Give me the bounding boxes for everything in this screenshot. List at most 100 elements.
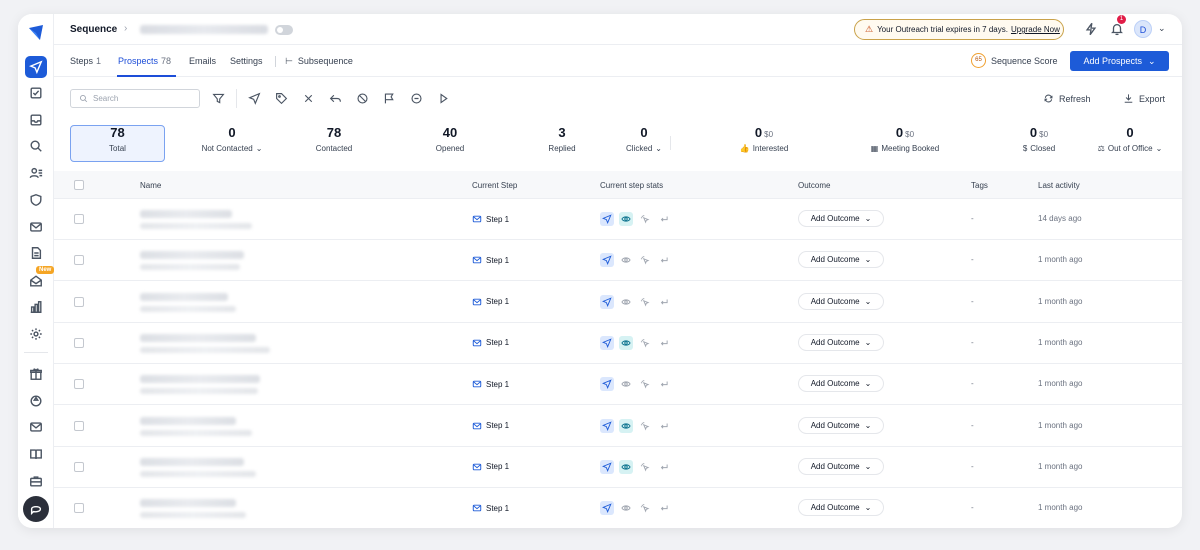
tab-steps[interactable]: Steps 1 bbox=[70, 56, 101, 66]
stat-meeting-booked[interactable]: 0 $0 ▦ Meeting Booked bbox=[840, 125, 970, 153]
stat-out-of-office[interactable]: 0 ⚖ Out of Office ⌄ bbox=[1084, 125, 1176, 153]
current-step[interactable]: Step 1 bbox=[472, 503, 509, 513]
column-tags[interactable]: Tags bbox=[971, 181, 988, 190]
send-button[interactable] bbox=[248, 92, 261, 105]
sidebar-item-contacts[interactable] bbox=[25, 162, 47, 184]
sidebar-item-search[interactable] bbox=[25, 135, 47, 157]
table-row[interactable]: Step 1 Add Outcome ⌄ - 1 month ago bbox=[54, 488, 1182, 528]
pause-button[interactable] bbox=[410, 92, 423, 105]
lightning-button[interactable] bbox=[1084, 22, 1098, 36]
current-step[interactable]: Step 1 bbox=[472, 255, 509, 265]
prospect-name-blurred[interactable] bbox=[140, 457, 244, 466]
add-outcome-dropdown[interactable]: Add Outcome ⌄ bbox=[798, 292, 884, 310]
tab-prospects[interactable]: Prospects 78 bbox=[118, 56, 171, 66]
remove-button[interactable] bbox=[302, 92, 315, 105]
sidebar-item-sequences[interactable] bbox=[25, 56, 47, 78]
table-row[interactable]: Step 1 Add Outcome ⌄ - 14 days ago bbox=[54, 199, 1182, 240]
stat-total[interactable]: 78 Total bbox=[70, 125, 165, 153]
row-checkbox[interactable] bbox=[74, 503, 84, 514]
column-outcome[interactable]: Outcome bbox=[798, 181, 830, 190]
add-outcome-dropdown[interactable]: Add Outcome ⌄ bbox=[798, 333, 884, 351]
refresh-button[interactable]: Refresh bbox=[1043, 93, 1091, 104]
add-outcome-dropdown[interactable]: Add Outcome ⌄ bbox=[798, 375, 884, 393]
current-step[interactable]: Step 1 bbox=[472, 462, 509, 472]
tab-settings[interactable]: Settings bbox=[230, 56, 263, 66]
row-checkbox[interactable] bbox=[74, 214, 84, 224]
block-button[interactable] bbox=[356, 92, 369, 105]
add-prospects-button[interactable]: Add Prospects ⌄ bbox=[1070, 51, 1169, 71]
flag-button[interactable] bbox=[383, 92, 396, 105]
tab-subsequence[interactable]: ⊢ Subsequence bbox=[285, 56, 353, 67]
sequence-active-toggle[interactable] bbox=[275, 25, 293, 35]
sidebar-item-recycle[interactable] bbox=[25, 390, 47, 412]
table-row[interactable]: Step 1 Add Outcome ⌄ - 1 month ago bbox=[54, 364, 1182, 406]
resume-button[interactable] bbox=[437, 92, 450, 105]
table-row[interactable]: Step 1 Add Outcome ⌄ - 1 month ago bbox=[54, 406, 1182, 447]
table-row[interactable]: Step 1 Add Outcome ⌄ - 1 month ago bbox=[54, 447, 1182, 488]
sidebar-item-integrations[interactable] bbox=[25, 470, 47, 492]
chat-support-button[interactable] bbox=[23, 496, 49, 522]
current-step[interactable]: Step 1 bbox=[472, 421, 509, 431]
stat-replied[interactable]: 3 Replied bbox=[518, 125, 606, 153]
prospect-name-blurred[interactable] bbox=[140, 333, 256, 342]
sidebar-item-gifts[interactable] bbox=[25, 363, 47, 385]
tag-button[interactable] bbox=[275, 92, 288, 105]
sidebar-item-inbox[interactable] bbox=[25, 109, 47, 131]
sidebar-item-mail[interactable] bbox=[25, 216, 47, 238]
add-outcome-dropdown[interactable]: Add Outcome ⌄ bbox=[798, 210, 884, 227]
sidebar-item-tasks[interactable] bbox=[25, 82, 47, 104]
outreach-logo[interactable] bbox=[27, 24, 45, 42]
notifications-button[interactable] bbox=[1110, 22, 1124, 36]
sidebar-item-mail-check[interactable] bbox=[25, 416, 47, 438]
prospect-name-blurred[interactable] bbox=[140, 375, 260, 384]
row-checkbox[interactable] bbox=[74, 379, 84, 390]
sidebar-item-reports[interactable] bbox=[25, 296, 47, 318]
add-outcome-dropdown[interactable]: Add Outcome ⌄ bbox=[798, 416, 884, 434]
stat-not-contacted[interactable]: 0 Not Contacted ⌄ bbox=[174, 125, 290, 153]
current-step[interactable]: Step 1 bbox=[472, 297, 509, 307]
upgrade-now-link[interactable]: Upgrade Now bbox=[1011, 25, 1060, 34]
column-name[interactable]: Name bbox=[140, 181, 161, 190]
row-checkbox[interactable] bbox=[74, 255, 84, 266]
sequence-score-label[interactable]: Sequence Score bbox=[991, 56, 1058, 66]
row-checkbox[interactable] bbox=[74, 420, 84, 431]
tab-emails[interactable]: Emails bbox=[189, 56, 216, 66]
sidebar-item-security[interactable] bbox=[25, 189, 47, 211]
add-outcome-dropdown[interactable]: Add Outcome ⌄ bbox=[798, 251, 884, 269]
reply-button[interactable] bbox=[329, 92, 342, 105]
chevron-down-icon[interactable]: ⌄ bbox=[1158, 23, 1166, 34]
prospect-name-blurred[interactable] bbox=[140, 499, 236, 508]
column-current-step[interactable]: Current Step bbox=[472, 181, 517, 190]
current-step[interactable]: Step 1 bbox=[472, 379, 509, 389]
current-step[interactable]: Step 1 bbox=[472, 338, 509, 348]
select-all-checkbox[interactable] bbox=[74, 180, 84, 190]
row-checkbox[interactable] bbox=[74, 296, 84, 307]
avatar[interactable]: D bbox=[1134, 20, 1152, 38]
sidebar-item-settings[interactable] bbox=[25, 323, 47, 345]
stat-opened[interactable]: 40 Opened bbox=[406, 125, 494, 153]
export-button[interactable]: Export bbox=[1123, 93, 1165, 104]
stat-closed[interactable]: 0 $0 $ Closed bbox=[994, 125, 1084, 153]
table-row[interactable]: Step 1 Add Outcome ⌄ - 1 month ago bbox=[54, 240, 1182, 282]
column-step-stats[interactable]: Current step stats bbox=[600, 181, 663, 190]
table-row[interactable]: Step 1 Add Outcome ⌄ - 1 month ago bbox=[54, 323, 1182, 364]
add-outcome-dropdown[interactable]: Add Outcome ⌄ bbox=[798, 457, 884, 475]
column-last-activity[interactable]: Last activity bbox=[1038, 181, 1080, 190]
sidebar-item-templates[interactable] bbox=[25, 242, 47, 264]
prospect-name-blurred[interactable] bbox=[140, 210, 232, 218]
row-checkbox[interactable] bbox=[74, 337, 84, 348]
breadcrumb-sequence[interactable]: Sequence bbox=[70, 24, 117, 35]
current-step[interactable]: Step 1 bbox=[472, 214, 509, 224]
row-checkbox[interactable] bbox=[74, 461, 84, 472]
stat-clicked[interactable]: 0 Clicked ⌄ bbox=[600, 125, 688, 153]
table-row[interactable]: Step 1 Add Outcome ⌄ - 1 month ago bbox=[54, 282, 1182, 323]
search-input[interactable]: Search bbox=[70, 89, 200, 108]
stat-interested[interactable]: 0 $0 👍 Interested bbox=[709, 125, 819, 153]
prospect-name-blurred[interactable] bbox=[140, 251, 244, 260]
sidebar-item-docs[interactable] bbox=[25, 443, 47, 465]
add-outcome-dropdown[interactable]: Add Outcome ⌄ bbox=[798, 499, 884, 517]
filter-button[interactable] bbox=[212, 92, 225, 105]
prospect-name-blurred[interactable] bbox=[140, 292, 228, 301]
prospect-name-blurred[interactable] bbox=[140, 416, 236, 425]
stat-contacted[interactable]: 78 Contacted bbox=[290, 125, 378, 153]
